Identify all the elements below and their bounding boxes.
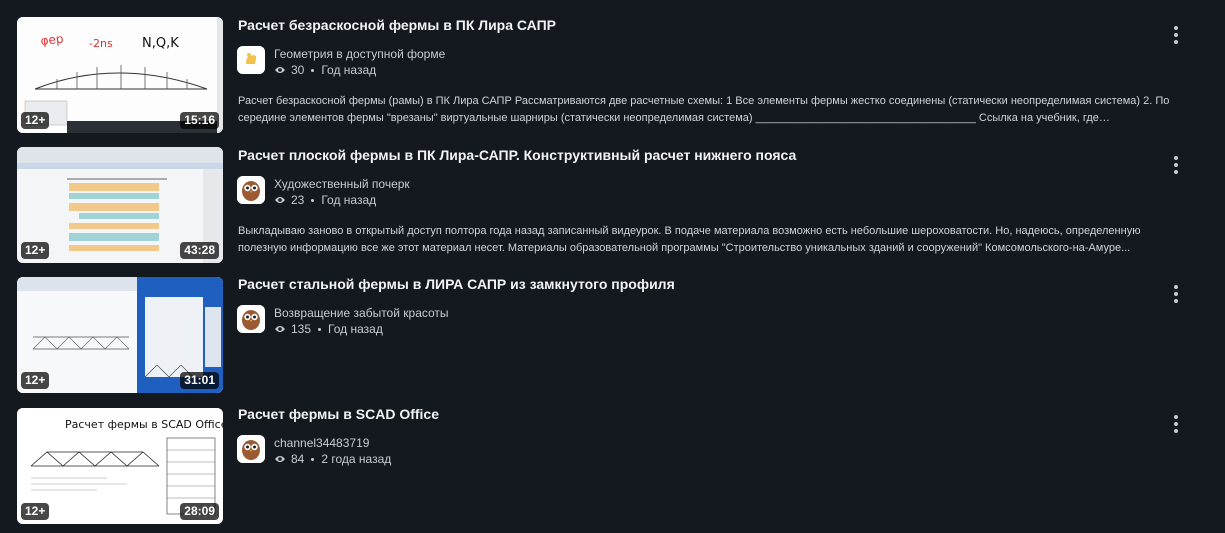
duration-badge: 28:09 — [180, 503, 219, 520]
channel-avatar[interactable] — [237, 176, 265, 204]
channel-name[interactable]: Художественный почерк — [274, 177, 410, 191]
eye-icon — [275, 197, 285, 203]
video-title[interactable]: Расчет плоской фермы в ПК Лира-САПР. Кон… — [238, 147, 1138, 164]
more-options-button[interactable] — [1166, 410, 1186, 438]
more-vertical-icon — [1174, 285, 1178, 289]
view-count: 84 — [291, 452, 305, 466]
video-stats: 23 Год назад — [274, 193, 376, 207]
video-thumbnail[interactable]: 12+ 31:01 — [17, 277, 223, 393]
video-title[interactable]: Расчет фермы в SCAD Office — [238, 406, 1138, 423]
video-thumbnail[interactable]: Расчет фермы в SCAD Office 12+ 28:09 — [17, 408, 223, 524]
more-vertical-icon — [1174, 415, 1178, 419]
age-rating-badge: 12+ — [21, 503, 50, 520]
channel-avatar[interactable] — [237, 46, 265, 74]
channel-avatar[interactable] — [237, 435, 265, 463]
upload-age: Год назад — [321, 193, 377, 207]
age-rating-badge: 12+ — [21, 372, 50, 389]
upload-age: 2 года назад — [321, 452, 392, 466]
upload-age: Год назад — [328, 322, 383, 336]
eye-icon — [275, 67, 285, 73]
svg-text:-2ns: -2ns — [89, 37, 113, 50]
video-stats: 84 2 года назад — [274, 452, 391, 466]
video-description: Расчет безраскосной фермы (рамы) в ПК Ли… — [238, 95, 1170, 124]
more-options-button[interactable] — [1166, 280, 1186, 308]
more-vertical-icon — [1174, 156, 1178, 160]
owl-logo-icon — [237, 305, 265, 333]
more-vertical-icon — [1174, 26, 1178, 30]
video-item: Расчет фермы в SCAD Office 12+ 28:09 Рас… — [0, 406, 1225, 526]
channel-name[interactable]: channel34483719 — [274, 436, 369, 450]
hand-logo-icon — [237, 46, 265, 74]
video-title[interactable]: Расчет стальной фермы в ЛИРА САПР из зам… — [238, 276, 1138, 293]
separator-dot — [311, 198, 315, 202]
video-list: φер -2ns N,Q,K 12+ 15:16 Расчет безраско… — [0, 0, 1225, 533]
video-title[interactable]: Расчет безраскосной фермы в ПК Лира САПР — [238, 17, 1138, 34]
video-thumbnail[interactable]: 12+ 43:28 — [17, 147, 223, 263]
more-options-button[interactable] — [1166, 151, 1186, 179]
owl-logo-icon — [237, 435, 265, 463]
channel-name[interactable]: Возвращение забытой красоты — [274, 306, 449, 320]
owl-logo-icon — [237, 176, 265, 204]
video-thumbnail[interactable]: φер -2ns N,Q,K 12+ 15:16 — [17, 17, 223, 133]
eye-icon — [275, 456, 285, 462]
video-stats: 135 Год назад — [274, 322, 383, 336]
video-stats: 30 Год назад — [274, 63, 376, 77]
view-count: 135 — [291, 322, 312, 336]
video-description: Выкладываю заново в открытый доступ полт… — [238, 225, 1141, 254]
age-rating-badge: 12+ — [21, 112, 50, 129]
age-rating-badge: 12+ — [21, 242, 50, 259]
video-item: 12+ 43:28 Расчет плоской фермы в ПК Лира… — [0, 147, 1225, 267]
svg-text:φер: φер — [40, 32, 64, 48]
separator-dot — [318, 327, 322, 331]
thumbnail-heading: Расчет фермы в SCAD Office — [65, 418, 223, 431]
duration-badge: 15:16 — [180, 112, 219, 129]
eye-icon — [275, 326, 285, 332]
upload-age: Год назад — [321, 63, 377, 77]
more-options-button[interactable] — [1166, 21, 1186, 49]
video-item: φер -2ns N,Q,K 12+ 15:16 Расчет безраско… — [0, 17, 1225, 137]
separator-dot — [311, 457, 315, 461]
channel-name[interactable]: Геометрия в доступной форме — [274, 47, 445, 61]
svg-text:N,Q,K: N,Q,K — [142, 36, 179, 51]
video-item: 12+ 31:01 Расчет стальной фермы в ЛИРА С… — [0, 276, 1225, 396]
duration-badge: 43:28 — [180, 242, 219, 259]
view-count: 23 — [291, 193, 305, 207]
duration-badge: 31:01 — [180, 372, 219, 389]
view-count: 30 — [291, 63, 305, 77]
separator-dot — [311, 68, 315, 72]
channel-avatar[interactable] — [237, 305, 265, 333]
